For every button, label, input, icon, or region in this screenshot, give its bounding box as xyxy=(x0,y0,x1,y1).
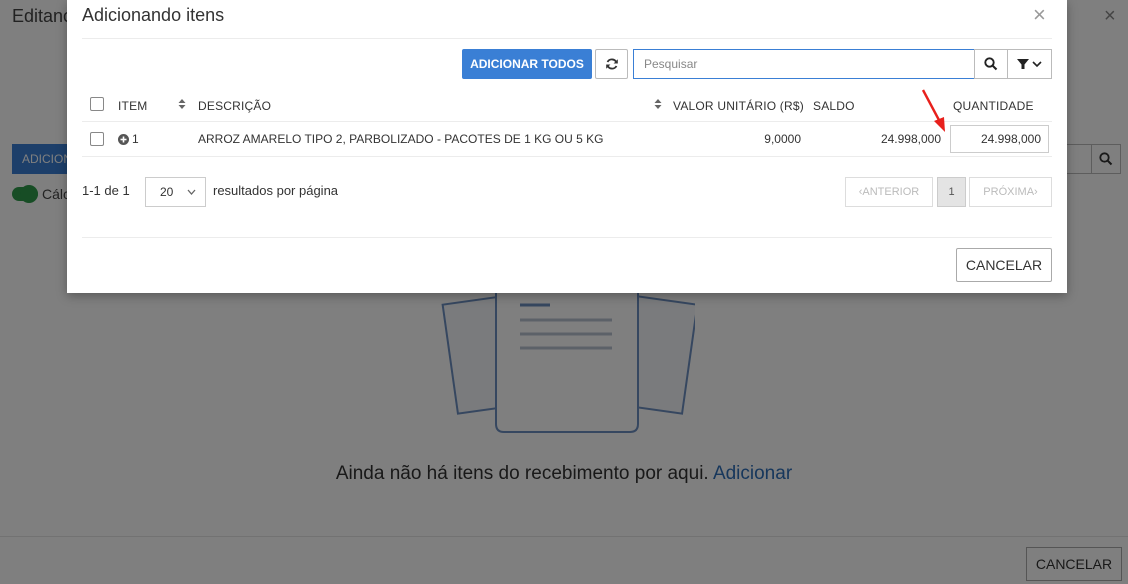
column-header-valor: VALOR UNITÁRIO (R$) xyxy=(673,99,804,113)
page-1-button[interactable]: 1 xyxy=(937,177,966,207)
previous-page-label: ANTERIOR xyxy=(862,186,920,198)
pagination-range: 1-1 de 1 xyxy=(82,183,130,198)
quantity-input[interactable] xyxy=(950,125,1049,153)
add-items-modal: Adicionando itens × ADICIONAR TODOS ITEM… xyxy=(67,0,1067,293)
column-header-saldo: SALDO xyxy=(813,99,855,113)
expand-plus-icon[interactable] xyxy=(118,134,129,145)
chevron-down-icon xyxy=(187,189,196,195)
add-all-button[interactable]: ADICIONAR TODOS xyxy=(462,49,592,79)
search-icon xyxy=(984,57,998,71)
row-descricao: ARROZ AMARELO TIPO 2, PARBOLIZADO - PACO… xyxy=(198,132,604,146)
search-input[interactable] xyxy=(633,49,975,79)
search-button[interactable] xyxy=(974,49,1008,79)
table-row-divider xyxy=(82,156,1052,157)
table-header-divider xyxy=(82,121,1052,122)
per-page-value: 20 xyxy=(160,185,174,199)
refresh-button[interactable] xyxy=(595,49,628,79)
modal-title: Adicionando itens xyxy=(82,5,225,25)
cancel-button[interactable]: CANCELAR xyxy=(956,248,1052,282)
filter-icon xyxy=(1017,59,1029,69)
column-header-quantidade: QUANTIDADE xyxy=(953,99,1034,113)
chevron-right-icon: › xyxy=(1034,186,1038,198)
header-divider xyxy=(82,38,1052,39)
per-page-label: resultados por página xyxy=(213,183,339,198)
row-valor-unitario: 9,0000 xyxy=(764,132,801,146)
sort-icon[interactable] xyxy=(654,98,662,110)
row-item-number: 1 xyxy=(132,132,139,146)
chevron-down-icon xyxy=(1032,61,1042,68)
next-page-label: PRÓXIMA xyxy=(983,186,1035,198)
column-header-item[interactable]: ITEM xyxy=(118,99,147,113)
sort-icon[interactable] xyxy=(178,98,186,110)
next-page-button[interactable]: PRÓXIMA › xyxy=(969,177,1052,207)
row-saldo: 24.998,000 xyxy=(880,132,941,146)
annotation-arrow-icon xyxy=(921,89,945,132)
select-all-checkbox[interactable] xyxy=(90,97,104,111)
close-icon[interactable]: × xyxy=(1033,4,1046,26)
footer-divider xyxy=(82,237,1052,238)
previous-page-button[interactable]: ‹ ANTERIOR xyxy=(845,177,933,207)
filter-button[interactable] xyxy=(1007,49,1052,79)
row-checkbox[interactable] xyxy=(90,132,104,146)
per-page-select[interactable]: 20 xyxy=(145,177,206,207)
refresh-icon xyxy=(605,58,618,70)
column-header-descricao[interactable]: DESCRIÇÃO xyxy=(198,99,271,113)
